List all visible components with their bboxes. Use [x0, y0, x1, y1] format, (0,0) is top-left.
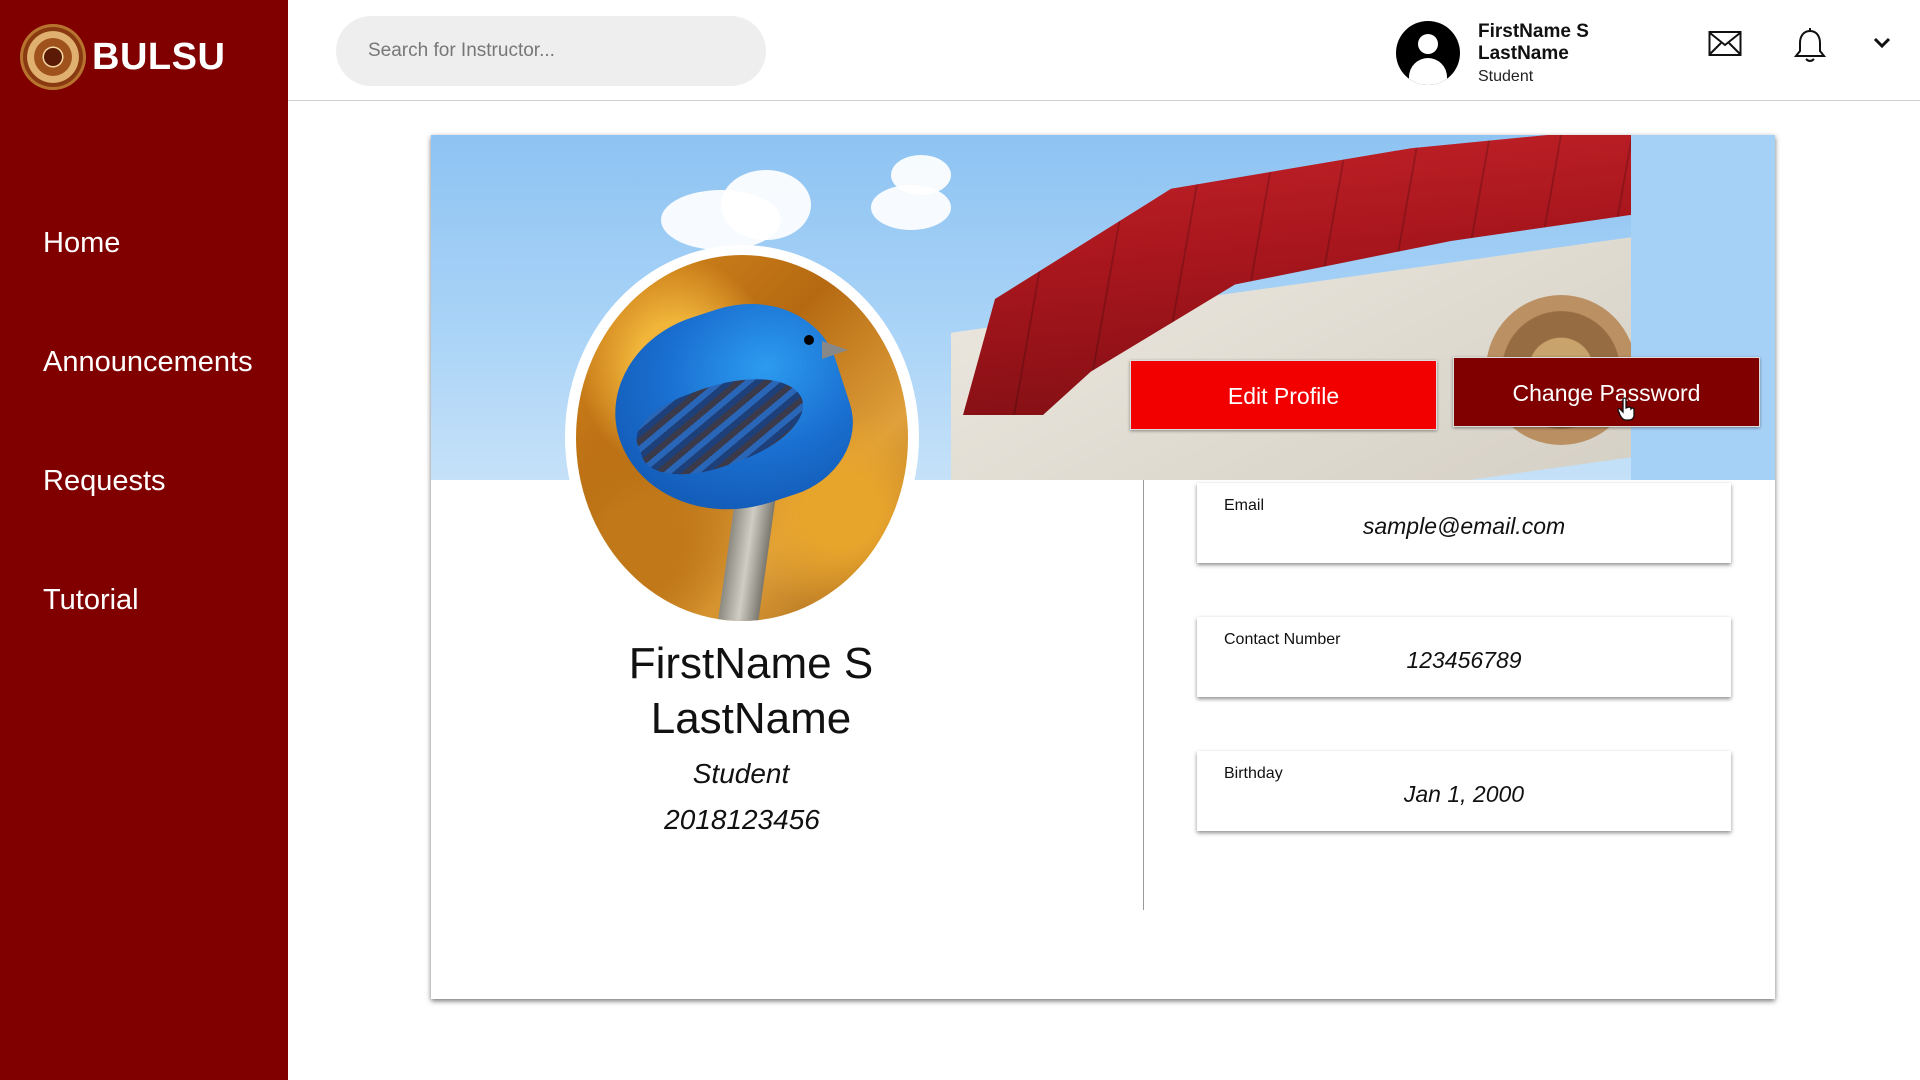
hand-cursor-icon: [1617, 397, 1635, 426]
profile-id-number: 2018123456: [664, 804, 820, 835]
profile-card: Edit Profile Change Password FirstName S…: [431, 135, 1775, 999]
bell-icon[interactable]: [1793, 28, 1827, 69]
birthday-field: Birthday Jan 1, 2000: [1197, 751, 1731, 831]
sidebar: BULSU Home Announcements Requests Tutori…: [0, 0, 288, 1080]
university-logo-icon: [20, 24, 86, 90]
chevron-down-icon[interactable]: [1872, 36, 1892, 55]
user-name: FirstName S LastName: [1478, 21, 1589, 64]
profile-photo: [576, 255, 908, 621]
user-avatar-icon[interactable]: [1396, 21, 1460, 85]
profile-full-name: FirstName S LastName: [628, 639, 874, 743]
sidebar-item-home[interactable]: Home: [0, 200, 288, 319]
top-bar: FirstName S LastName Student: [288, 0, 1920, 101]
brand[interactable]: BULSU: [20, 22, 225, 92]
sidebar-item-announcements[interactable]: Announcements: [0, 319, 288, 438]
sidebar-item-requests[interactable]: Requests: [0, 438, 288, 557]
contact-number-field: Contact Number 123456789: [1197, 617, 1731, 697]
mail-icon[interactable]: [1708, 30, 1742, 63]
birthday-value: Jan 1, 2000: [1403, 781, 1525, 807]
email-field: Email sample@email.com: [1197, 483, 1731, 563]
profile-role: Student: [692, 758, 790, 789]
sidebar-nav: Home Announcements Requests Tutorial: [0, 200, 288, 676]
edit-profile-button[interactable]: Edit Profile: [1130, 360, 1437, 430]
search-input[interactable]: [336, 16, 766, 86]
brand-name: BULSU: [92, 35, 226, 78]
vertical-divider: [1143, 480, 1144, 910]
email-value: sample@email.com: [1362, 513, 1566, 539]
user-role: Student: [1478, 68, 1534, 85]
contact-number-value: 123456789: [1406, 647, 1522, 673]
change-password-button[interactable]: Change Password: [1453, 357, 1760, 427]
sidebar-item-tutorial[interactable]: Tutorial: [0, 557, 288, 676]
user-info[interactable]: FirstName S LastName Student: [1478, 21, 1618, 86]
